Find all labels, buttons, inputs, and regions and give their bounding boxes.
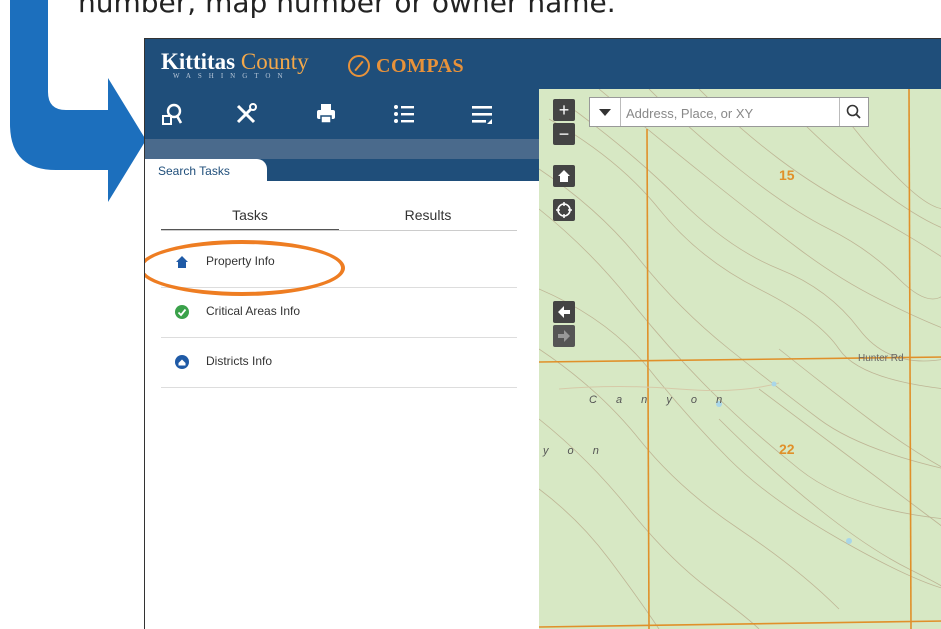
tab-strip — [145, 139, 539, 159]
highlight-ellipse — [145, 240, 345, 296]
map-view[interactable]: 15 22 Hunter Rd C a n y o n y o n + − — [539, 89, 941, 629]
zoom-out-button[interactable]: − — [553, 123, 575, 145]
search-source-dropdown[interactable] — [590, 98, 621, 126]
tab-search-tasks[interactable]: Search Tasks — [145, 159, 267, 181]
panel-header: Search Tasks — [145, 159, 539, 181]
road-label: Hunter Rd — [858, 353, 904, 364]
check-circle-icon — [175, 305, 189, 319]
subtabs: Tasks Results — [161, 201, 517, 231]
task-districts-info[interactable]: Districts Info — [161, 338, 517, 388]
pointer-arrow — [10, 0, 146, 202]
section-number: 15 — [779, 167, 795, 183]
place-label: y o n — [543, 445, 607, 457]
district-icon — [175, 355, 189, 369]
search-button[interactable] — [839, 98, 868, 126]
layer-list-icon[interactable] — [389, 99, 419, 129]
previous-extent-button[interactable] — [553, 301, 575, 323]
search-parcel-icon[interactable] — [157, 99, 187, 129]
legend-icon[interactable] — [467, 99, 497, 129]
toolbar — [145, 89, 539, 139]
task-label: Critical Areas Info — [206, 304, 301, 318]
arrow-left-icon — [558, 306, 570, 318]
next-extent-button[interactable] — [553, 325, 575, 347]
print-icon[interactable] — [311, 99, 341, 129]
tab-tasks[interactable]: Tasks — [161, 201, 339, 231]
logo-subtitle: WASHINGTON — [173, 72, 290, 80]
home-extent-button[interactable] — [553, 165, 575, 187]
task-label: Districts Info — [206, 354, 273, 368]
home-icon — [558, 170, 570, 182]
map-search — [589, 97, 869, 127]
compass-icon — [348, 55, 370, 77]
arrow-right-icon — [558, 330, 570, 342]
app-name: COMPAS — [376, 55, 465, 77]
locate-button[interactable] — [553, 199, 575, 221]
search-icon — [846, 104, 861, 119]
zoom-in-button[interactable]: + — [553, 99, 575, 121]
compas-app: Kittitas County WASHINGTON COMPAS Search… — [144, 38, 941, 629]
task-critical-areas-info[interactable]: Critical Areas Info — [161, 288, 517, 338]
subtabs-divider — [161, 230, 517, 231]
tab-results[interactable]: Results — [339, 201, 517, 229]
search-input[interactable] — [624, 101, 840, 125]
section-number: 22 — [779, 441, 795, 457]
search-tasks-panel: Search Tasks Tasks Results Property Info… — [145, 159, 539, 629]
app-header: Kittitas County WASHINGTON COMPAS — [145, 39, 941, 89]
instruction-caption: number, map number or owner name. — [78, 0, 616, 19]
locate-icon — [556, 202, 572, 218]
place-label: C a n y o n — [589, 394, 731, 406]
tools-icon[interactable] — [231, 99, 261, 129]
